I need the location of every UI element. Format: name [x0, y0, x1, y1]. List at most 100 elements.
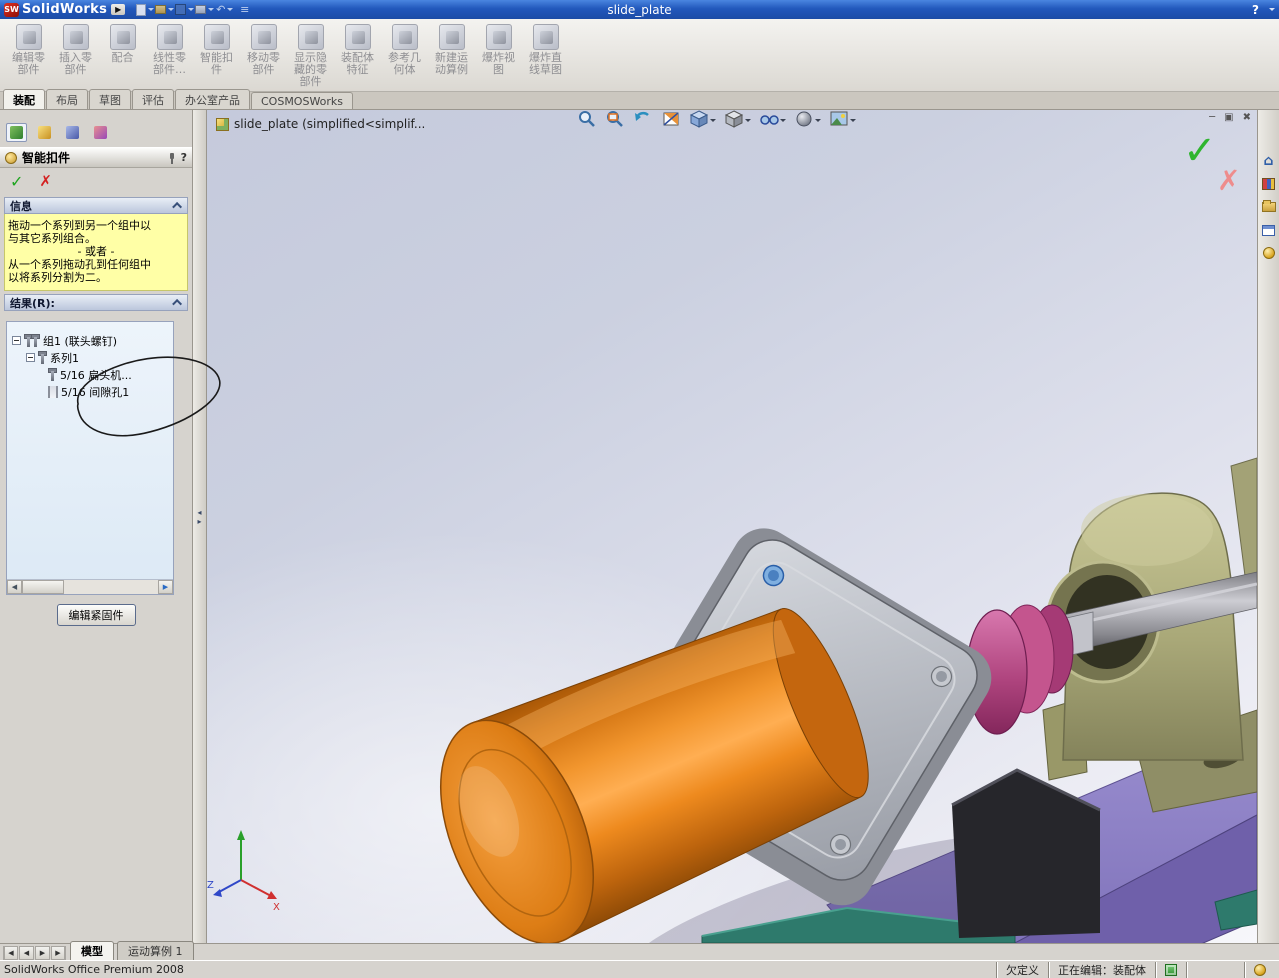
solidworks-logo-icon: SW: [4, 2, 19, 17]
collapse-box-icon[interactable]: [26, 353, 35, 362]
edit-fastener-button[interactable]: 编辑紧固件: [56, 604, 136, 626]
model-tab[interactable]: 模型: [70, 941, 114, 960]
confirmation-cancel-button[interactable]: ✗: [1217, 164, 1240, 197]
quick-tips-icon[interactable]: [1165, 963, 1177, 976]
dimxpertmanager-tab[interactable]: [90, 123, 111, 142]
open-document-icon[interactable]: [155, 2, 175, 18]
edit-component-button[interactable]: 编辑零 部件: [5, 22, 52, 88]
tree-row-group1[interactable]: 组1 (联头螺钉): [7, 332, 173, 349]
undo-icon[interactable]: ↶: [215, 2, 234, 18]
new-motion-study-icon: [438, 24, 465, 50]
featuremanager-tab[interactable]: [6, 123, 27, 142]
close-icon[interactable]: ✖: [1243, 112, 1251, 123]
menu-expand-arrow-icon[interactable]: ▶: [111, 4, 126, 15]
restore-icon[interactable]: ▣: [1224, 112, 1233, 123]
next-tab-icon[interactable]: ▶: [35, 946, 50, 960]
pm-cancel-button[interactable]: ✗: [39, 172, 52, 190]
options-menu-icon[interactable]: ≡: [235, 2, 254, 18]
dropdown-arrow-icon[interactable]: [710, 119, 716, 122]
new-motion-study-button[interactable]: 新建运 动算例: [428, 22, 475, 88]
keep-visible-pin-icon[interactable]: [166, 152, 176, 164]
manager-tab-strip: [6, 121, 192, 144]
explode-line-sketch-icon: [532, 24, 559, 50]
tab-sketch[interactable]: 草图: [89, 89, 131, 109]
last-tab-icon[interactable]: ▶: [51, 946, 66, 960]
apply-scene-icon[interactable]: [827, 110, 858, 131]
section-view-icon[interactable]: [659, 110, 683, 131]
dropdown-arrow-icon[interactable]: [815, 119, 821, 122]
help-dropdown-icon[interactable]: [1269, 8, 1275, 11]
assembly-3d-scene[interactable]: X Z: [207, 110, 1257, 943]
status-ball-icon[interactable]: [1254, 963, 1266, 976]
horizontal-scrollbar[interactable]: ◀ ▶: [7, 579, 173, 594]
move-component-icon: [250, 24, 277, 50]
zoom-to-area-icon[interactable]: [603, 110, 627, 131]
panel-splitter[interactable]: ◂ ▸: [193, 110, 207, 943]
tab-evaluate[interactable]: 评估: [132, 89, 174, 109]
hide-show-items-icon[interactable]: [757, 110, 788, 131]
scroll-left-icon[interactable]: ◀: [7, 580, 22, 594]
propertymanager-tab[interactable]: [34, 123, 55, 142]
move-component-button[interactable]: 移动零 部件: [240, 22, 287, 88]
info-group-header[interactable]: 信息: [4, 197, 188, 214]
insert-component-icon: [62, 24, 89, 50]
splitter-grip-icon[interactable]: ◂ ▸: [193, 508, 206, 526]
file-explorer-icon[interactable]: [1260, 197, 1278, 217]
previous-tab-icon[interactable]: ◀: [19, 946, 34, 960]
property-manager-panel: 智能扣件 ? ✓ ✗ 信息 拖动一个系列到另一个组中以 与其它系列组合。 - 或…: [0, 110, 193, 943]
collapse-box-icon[interactable]: [12, 336, 21, 345]
save-icon[interactable]: [175, 2, 195, 18]
heads-up-view-toolbar: [575, 110, 858, 131]
dropdown-arrow-icon[interactable]: [745, 119, 751, 122]
exploded-view-button[interactable]: 爆炸视 图: [475, 22, 522, 88]
linear-component-pattern-button[interactable]: 线性零 部件…: [146, 22, 193, 88]
scroll-right-icon[interactable]: ▶: [158, 580, 173, 594]
pm-ok-button[interactable]: ✓: [10, 172, 23, 191]
help-button[interactable]: ?: [1252, 3, 1259, 17]
smart-fasteners-button[interactable]: 智能扣 件: [193, 22, 240, 88]
dropdown-arrow-icon[interactable]: [780, 119, 786, 122]
reference-geometry-button[interactable]: 参考几 何体: [381, 22, 428, 88]
view-orientation-icon[interactable]: [687, 110, 718, 131]
assembly-features-button[interactable]: 装配体 特征: [334, 22, 381, 88]
results-group-header[interactable]: 结果(R):: [4, 294, 188, 311]
view-palette-icon[interactable]: [1260, 220, 1278, 240]
display-style-icon[interactable]: [722, 110, 753, 131]
exploded-view-icon: [485, 24, 512, 50]
zoom-to-fit-icon[interactable]: [575, 110, 599, 131]
tree-row-fastener[interactable]: 5/16 扁头机...: [7, 366, 173, 383]
confirmation-ok-button[interactable]: ✓: [1183, 128, 1217, 174]
tab-layout[interactable]: 布局: [46, 89, 88, 109]
configurationmanager-tab[interactable]: [62, 123, 83, 142]
minimize-icon[interactable]: ─: [1209, 112, 1215, 123]
assembly-icon: [216, 117, 229, 131]
dropdown-arrow-icon[interactable]: [850, 119, 856, 122]
tree-row-series1[interactable]: 系列1: [7, 349, 173, 366]
app-name: SolidWorks: [22, 2, 108, 17]
mate-button[interactable]: 配合: [99, 22, 146, 88]
tree-row-clearance-hole[interactable]: 5/16 间隙孔1: [7, 383, 173, 400]
support-bracket-part[interactable]: [951, 768, 1101, 938]
series-icon: [38, 351, 47, 364]
tab-office-products[interactable]: 办公室产品: [175, 89, 250, 109]
first-tab-icon[interactable]: ◀: [3, 946, 18, 960]
show-hidden-components-button[interactable]: 显示隐 藏的零 部件: [287, 22, 334, 88]
print-icon[interactable]: [195, 2, 215, 18]
insert-component-button[interactable]: 插入零 部件: [52, 22, 99, 88]
appearances-scenes-icon[interactable]: [1260, 243, 1278, 263]
tab-cosmosworks[interactable]: COSMOSWorks: [251, 92, 354, 109]
pm-help-icon[interactable]: ?: [181, 151, 187, 164]
previous-view-icon[interactable]: [631, 110, 655, 131]
document-window-controls: ─ ▣ ✖: [1209, 112, 1251, 123]
graphics-viewport[interactable]: X Z slide_plate (simplified<simplif... ─…: [207, 110, 1257, 943]
bearing-block-2-part[interactable]: [1230, 457, 1257, 581]
edit-appearance-icon[interactable]: [792, 110, 823, 131]
solidworks-resources-icon[interactable]: ⌂: [1260, 151, 1278, 171]
new-document-icon[interactable]: [135, 2, 154, 18]
motion-study-tab[interactable]: 运动算例 1: [117, 941, 194, 960]
design-library-icon[interactable]: [1260, 174, 1278, 194]
explode-line-sketch-button[interactable]: 爆炸直 线草图: [522, 22, 569, 88]
scrollbar-thumb[interactable]: [22, 580, 64, 594]
command-manager-toolbar: 编辑零 部件 插入零 部件 配合 线性零 部件… 智能扣 件 移动零 部件 显示…: [0, 19, 1279, 92]
tab-assembly[interactable]: 装配: [3, 89, 45, 109]
